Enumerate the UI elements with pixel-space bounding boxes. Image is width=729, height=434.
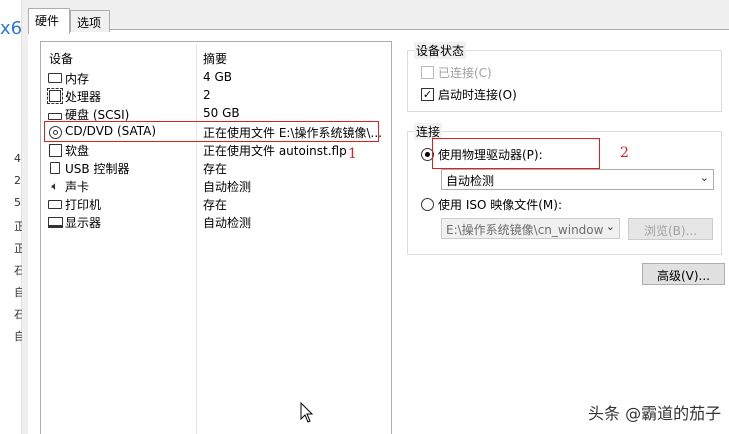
tab-options[interactable]: 选项 bbox=[70, 10, 110, 32]
device-summary: 存在 bbox=[203, 162, 228, 176]
connect-at-power-on-label: 启动时连接(O) bbox=[438, 88, 517, 102]
device-summary: 自动检测 bbox=[203, 180, 252, 194]
chevron-down-icon: ⌄ bbox=[699, 171, 709, 184]
printer-icon bbox=[47, 196, 63, 212]
device-summary: 4 GB bbox=[203, 70, 232, 84]
annotation-number: 1 bbox=[348, 146, 357, 162]
device-name: 软盘 bbox=[65, 144, 90, 158]
iso-path-combobox[interactable]: E:\操作系统镜像\cn_window ⌄ bbox=[441, 218, 620, 239]
device-row-sound-card[interactable]: 🔈︎ 声卡 自动检测 bbox=[45, 177, 385, 195]
device-name: 内存 bbox=[65, 72, 90, 86]
advanced-button[interactable]: 高级(V)... bbox=[642, 263, 725, 285]
device-name: USB 控制器 bbox=[65, 162, 130, 176]
floppy-icon bbox=[47, 142, 63, 158]
device-summary: 正在使用文件 autoinst.flp bbox=[203, 144, 347, 158]
physical-drive-value: 自动检测 bbox=[446, 174, 495, 188]
annotation-highlight-cd-dvd bbox=[44, 121, 379, 142]
column-header-device[interactable]: 设备 bbox=[49, 50, 73, 67]
background-text: 5 bbox=[14, 196, 21, 209]
hard-disk-icon bbox=[47, 106, 63, 122]
mouse-cursor-icon bbox=[300, 402, 314, 423]
device-row-display[interactable]: 显示器 自动检测 bbox=[45, 213, 385, 231]
device-status-title: 设备状态 bbox=[414, 42, 467, 59]
device-name: 处理器 bbox=[65, 90, 102, 104]
device-summary: 50 GB bbox=[203, 106, 240, 120]
annotation-number: 2 bbox=[620, 145, 629, 161]
column-header-summary[interactable]: 摘要 bbox=[203, 50, 227, 67]
device-row-floppy[interactable]: 软盘 正在使用文件 autoinst.flp bbox=[45, 141, 385, 159]
iso-path-value: E:\操作系统镜像\cn_window bbox=[446, 223, 604, 237]
sound-card-icon: 🔈︎ bbox=[51, 178, 59, 193]
connect-at-power-on-checkbox[interactable]: ✓ 启动时连接(O) bbox=[421, 86, 517, 103]
background-text: 4 bbox=[14, 152, 21, 165]
device-name: 显示器 bbox=[65, 216, 102, 230]
virtual-machine-settings-dialog: 硬件 选项 设备 摘要 内存 4 GB 处理器 2 硬盘 (SCSI) 50 G… bbox=[22, 0, 729, 434]
background-title-fragment: x6 bbox=[0, 18, 23, 39]
connected-label: 已连接(C) bbox=[438, 66, 492, 80]
annotation-highlight-physical-drive bbox=[432, 138, 600, 169]
radio-unselected-icon bbox=[421, 198, 434, 211]
chevron-down-icon: ⌄ bbox=[603, 220, 615, 233]
background-text: 2 bbox=[14, 174, 21, 187]
device-row-usb-controller[interactable]: USB 控制器 存在 bbox=[45, 159, 385, 177]
browse-button[interactable]: 浏览(B)... bbox=[628, 218, 713, 240]
device-summary: 存在 bbox=[203, 198, 228, 212]
processor-icon bbox=[47, 88, 63, 104]
background-window: x6 4 2 5 正 正 石 自 石 自 bbox=[0, 0, 25, 434]
device-summary: 自动检测 bbox=[203, 216, 252, 230]
device-row-printer[interactable]: 打印机 存在 bbox=[45, 195, 385, 213]
use-iso-file-label: 使用 ISO 映像文件(M): bbox=[438, 198, 562, 212]
physical-drive-select[interactable]: 自动检测 ⌄ bbox=[441, 169, 714, 190]
memory-icon bbox=[47, 70, 63, 86]
device-row-memory[interactable]: 内存 4 GB bbox=[45, 69, 385, 87]
usb-icon bbox=[47, 160, 63, 176]
device-name: 声卡 bbox=[65, 180, 90, 194]
device-row-processor[interactable]: 处理器 2 bbox=[45, 87, 385, 105]
display-icon bbox=[47, 214, 63, 230]
use-iso-file-radio[interactable]: 使用 ISO 映像文件(M): bbox=[421, 196, 562, 213]
tab-hardware[interactable]: 硬件 bbox=[28, 8, 70, 34]
checkbox-box bbox=[421, 66, 434, 79]
device-name: 打印机 bbox=[65, 198, 102, 212]
connected-checkbox[interactable]: 已连接(C) bbox=[421, 64, 492, 81]
watermark: 头条 @霸道的茄子 bbox=[588, 404, 722, 423]
device-list: 设备 摘要 内存 4 GB 处理器 2 硬盘 (SCSI) 50 GB CD/D… bbox=[40, 41, 392, 434]
device-summary: 2 bbox=[203, 88, 211, 102]
checkmark-icon: ✓ bbox=[421, 88, 434, 101]
